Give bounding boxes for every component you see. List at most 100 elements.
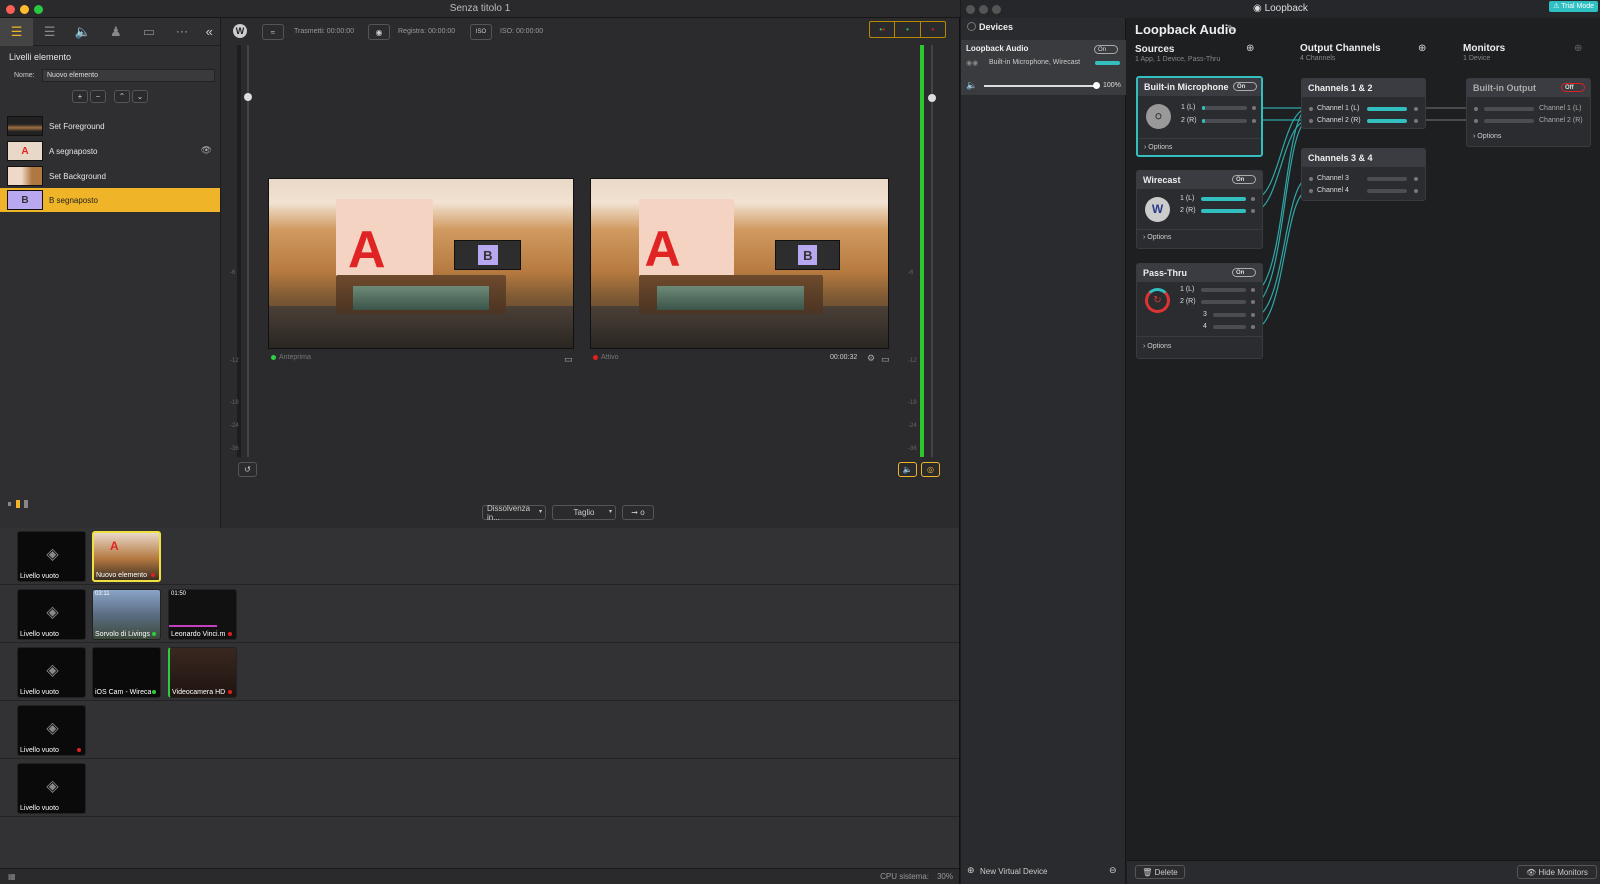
speaker-button[interactable]: 🔈 bbox=[898, 462, 917, 477]
shot-video[interactable]: 01:50 Leonardo Vinci.m bbox=[168, 589, 237, 640]
options-toggle[interactable]: › Options bbox=[1143, 234, 1171, 241]
right-fader-knob[interactable] bbox=[928, 94, 936, 102]
minimize-window-button[interactable] bbox=[20, 5, 29, 14]
channel-port[interactable] bbox=[1251, 288, 1255, 292]
move-down-button[interactable]: ⌄ bbox=[132, 90, 148, 103]
live-time: 00:00:32 bbox=[830, 354, 858, 361]
name-field[interactable]: Nuovo elemento bbox=[42, 69, 215, 82]
display-icon[interactable]: ▭ bbox=[564, 354, 573, 365]
source-card-pass-thru[interactable]: Pass-Thru On ↻ 1 (L) 2 (R) 3 4 › Options bbox=[1136, 263, 1263, 359]
channel-port[interactable] bbox=[1414, 189, 1418, 193]
options-toggle[interactable]: › Options bbox=[1143, 343, 1171, 350]
channel-port[interactable] bbox=[1252, 119, 1256, 123]
channel-port[interactable] bbox=[1309, 119, 1313, 123]
shot-empty[interactable]: ◈ Livello vuoto bbox=[17, 647, 86, 698]
gear-icon[interactable]: ⚙ bbox=[867, 353, 875, 364]
broadcast-button[interactable]: ≈ bbox=[262, 24, 284, 40]
source-card-built-in-microphone[interactable]: Built-in Microphone On ⚪ 1 (L) 2 (R) › Op… bbox=[1136, 76, 1263, 157]
live-dot bbox=[77, 748, 81, 752]
shot-empty[interactable]: ◈ Livello vuoto bbox=[17, 763, 86, 814]
output-status-group[interactable]: •• • • bbox=[869, 21, 946, 38]
channel-port[interactable] bbox=[1414, 119, 1418, 123]
record-button[interactable]: ◉ bbox=[368, 24, 390, 40]
shot-label: Livello vuoto bbox=[20, 573, 59, 580]
channel-port[interactable] bbox=[1251, 325, 1255, 329]
wirecast-icon: W bbox=[1145, 197, 1170, 222]
channel-port[interactable] bbox=[1251, 197, 1255, 201]
channel-port[interactable] bbox=[1309, 107, 1313, 111]
channel-meter bbox=[1201, 197, 1246, 201]
display-icon[interactable]: ▭ bbox=[881, 354, 890, 365]
zoom-window-button[interactable] bbox=[34, 5, 43, 14]
channel-port[interactable] bbox=[1309, 177, 1313, 181]
move-up-button[interactable]: ⌃ bbox=[114, 90, 130, 103]
close-window-button[interactable] bbox=[6, 5, 15, 14]
layers-icon[interactable]: ☰ bbox=[0, 17, 34, 46]
grid-icon[interactable]: ▦ bbox=[8, 872, 16, 881]
options-toggle[interactable]: › Options bbox=[1473, 133, 1501, 140]
hide-monitors-button[interactable]: 👁 Hide Monitors bbox=[1517, 865, 1597, 879]
more-icon[interactable]: ⋯ bbox=[165, 18, 198, 46]
transition-select-2[interactable]: Taglio ▾ bbox=[552, 505, 616, 520]
channel-port[interactable] bbox=[1251, 300, 1255, 304]
live-monitor[interactable]: A B bbox=[590, 178, 889, 349]
transition-icon[interactable]: ▭ bbox=[132, 18, 165, 46]
eye-icon[interactable]: 👁 bbox=[201, 145, 212, 156]
channel-port[interactable] bbox=[1414, 177, 1418, 181]
loopback-footer: 🗑 Delete 👁 Hide Monitors bbox=[1127, 860, 1600, 884]
headphones-button[interactable]: ◎ bbox=[921, 462, 940, 477]
meter-tick: -36 bbox=[230, 446, 239, 452]
go-label: o bbox=[640, 508, 645, 517]
shot-camera[interactable]: Videocamera HD bbox=[168, 647, 237, 698]
sliders-icon[interactable]: ☰ bbox=[33, 18, 66, 46]
source-toggle[interactable]: On bbox=[1233, 82, 1257, 91]
delete-button[interactable]: 🗑 Delete bbox=[1135, 865, 1185, 879]
shot-empty[interactable]: ◈ Livello vuoto bbox=[17, 531, 86, 582]
iso-button[interactable]: ISO bbox=[470, 24, 492, 40]
transition-select-2-value: Taglio bbox=[573, 508, 595, 517]
shot-empty[interactable]: ◈ Livello vuoto bbox=[17, 705, 86, 756]
layer-row-set-background[interactable]: Set Background bbox=[0, 164, 220, 188]
add-layer-button[interactable]: + bbox=[72, 90, 88, 103]
monitor-card-built-in-output[interactable]: Built-in Output Off Channel 1 (L) Channel… bbox=[1466, 78, 1591, 147]
source-toggle[interactable]: On bbox=[1232, 175, 1256, 184]
layer-row-b-placeholder[interactable]: B B segnaposto bbox=[0, 188, 220, 212]
left-fader-knob[interactable] bbox=[244, 93, 252, 101]
transition-select-1[interactable]: Dissolvenza in... ▾ bbox=[482, 504, 546, 522]
shot-new-element[interactable]: A Nuovo elemento bbox=[92, 531, 161, 582]
set-desk bbox=[335, 275, 507, 315]
output-card-channels-1-2[interactable]: Channels 1 & 2 Channel 1 (L) Channel 2 (… bbox=[1301, 78, 1426, 129]
shot-row: ◈ Livello vuoto A Nuovo elemento bbox=[0, 528, 959, 585]
channel-port[interactable] bbox=[1251, 209, 1255, 213]
monitor-toggle[interactable]: Off bbox=[1561, 83, 1585, 92]
channel-port[interactable] bbox=[1251, 313, 1255, 317]
go-button[interactable]: ➞ o bbox=[622, 505, 654, 520]
output-card-channels-3-4[interactable]: Channels 3 & 4 Channel 3 Channel 4 bbox=[1301, 148, 1426, 201]
shot-video[interactable]: 03:11 Sorvolo di Livings bbox=[92, 589, 161, 640]
shot-empty[interactable]: ◈ Livello vuoto bbox=[17, 589, 86, 640]
channel-port[interactable] bbox=[1474, 107, 1478, 111]
options-toggle[interactable]: › Options bbox=[1144, 144, 1172, 151]
layer-row-a-placeholder[interactable]: A A segnaposto 👁 bbox=[0, 139, 220, 163]
channel-port[interactable] bbox=[1309, 189, 1313, 193]
channel-port[interactable] bbox=[1474, 119, 1478, 123]
shot-duration: 03:11 bbox=[95, 591, 110, 597]
remove-layer-button[interactable]: − bbox=[90, 90, 106, 103]
speaker-icon[interactable]: 🔈 bbox=[66, 18, 99, 46]
microphone-icon: ⚪ bbox=[1146, 104, 1171, 129]
preview-monitor[interactable]: A B bbox=[268, 178, 574, 349]
shot-row: ◈ Livello vuoto iOS Cam - Wireca Videocam… bbox=[0, 644, 959, 701]
source-name: Built-in Microphone bbox=[1144, 82, 1229, 92]
options-label: Options bbox=[1477, 133, 1502, 140]
shot-camera[interactable]: iOS Cam - Wireca bbox=[92, 647, 161, 698]
collapse-icon[interactable]: « bbox=[199, 18, 220, 46]
layer-label: Set Background bbox=[49, 171, 106, 181]
gauge-button[interactable]: ↺ bbox=[238, 462, 257, 477]
source-card-wirecast[interactable]: Wirecast On W 1 (L) 2 (R) › Options bbox=[1136, 170, 1263, 249]
person-icon[interactable]: ♟ bbox=[99, 18, 132, 46]
layer-row-set-foreground[interactable]: Set Foreground bbox=[0, 114, 220, 138]
source-toggle[interactable]: On bbox=[1232, 268, 1256, 277]
channel-port[interactable] bbox=[1414, 107, 1418, 111]
channel-port[interactable] bbox=[1252, 106, 1256, 110]
channel-meter-fill bbox=[1202, 119, 1205, 123]
